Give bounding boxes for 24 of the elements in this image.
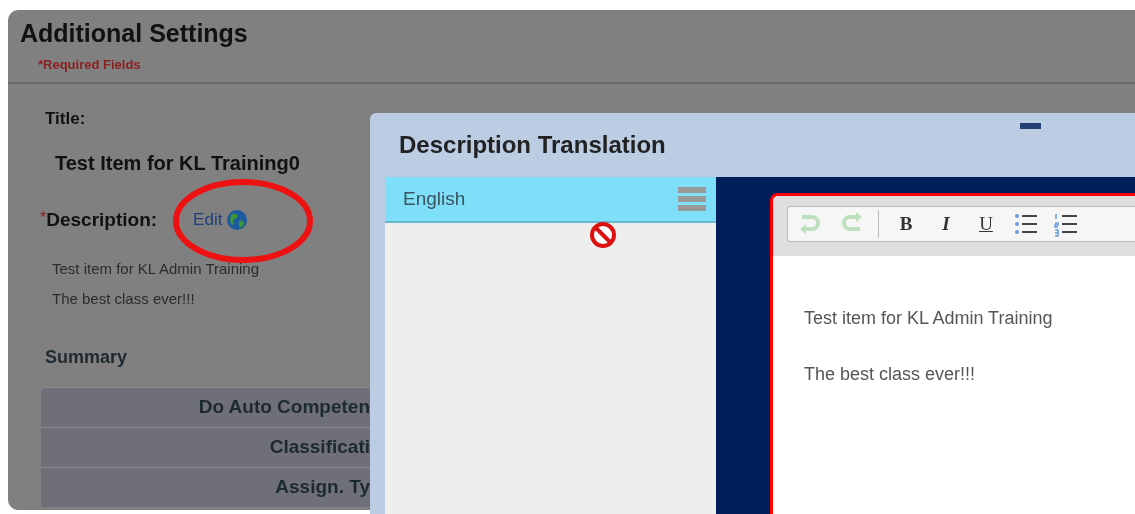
drag-handle-icon[interactable] [678,185,706,213]
description-line: Test item for KL Admin Training [52,259,260,279]
not-allowed-icon [589,221,617,249]
globe-icon [226,208,249,231]
title-value: Test Item for KL Training0 [55,150,300,176]
required-mark: * [40,207,47,226]
field-label: Description: [46,207,158,232]
language-item[interactable]: English [385,177,716,223]
page-title: Additional Settings [20,18,248,49]
required-fields-note: *Required Fields [38,56,141,74]
bold-button[interactable]: B [893,210,919,238]
minimize-icon[interactable] [1020,123,1041,129]
summary-row[interactable]: Do Auto Competen [41,387,370,427]
editor-text-line: Test item for KL Admin Training [804,307,1053,330]
summary-row[interactable]: Assign. Ty [41,467,370,507]
editor[interactable]: B I U Test item for KL Admin Training The best class ever!!! [770,193,1135,514]
editor-text-line: The best class ever!!! [804,363,976,386]
description-line: The best class ever!!! [52,289,195,309]
dialog-title: Description Translation [399,130,666,160]
underline-button[interactable]: U [973,210,999,238]
section-heading: Summary [45,346,128,369]
summary-row[interactable]: Classificati [41,427,370,467]
italic-button[interactable]: I [933,210,959,238]
field-label: Title: [45,108,86,130]
